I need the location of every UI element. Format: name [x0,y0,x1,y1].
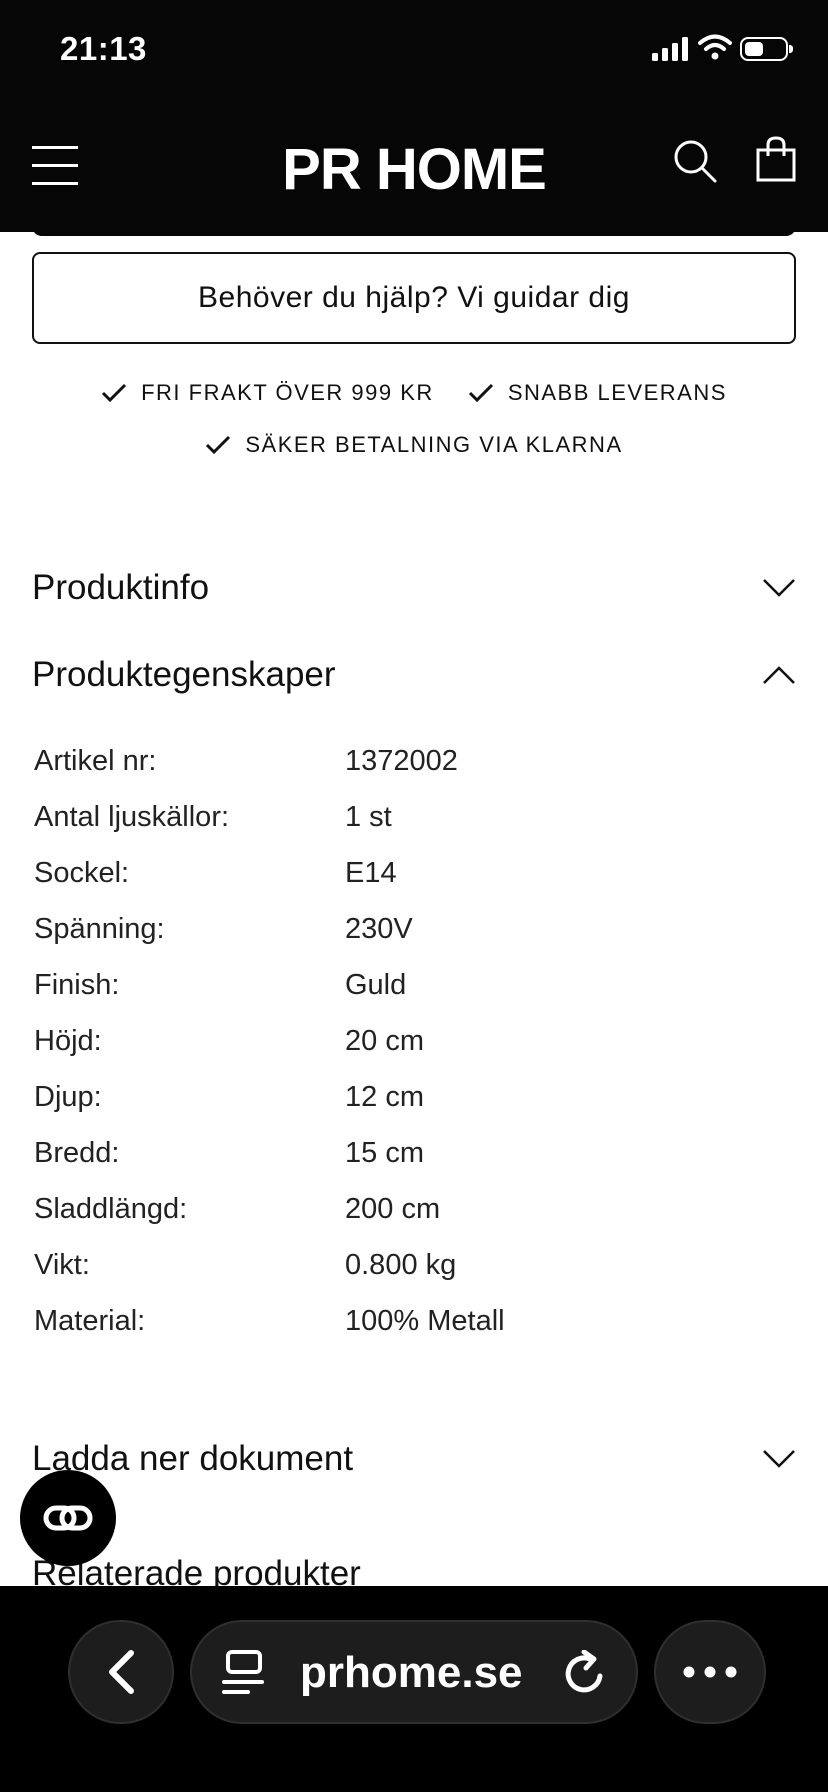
spec-key: Finish: [34,969,120,1001]
spec-row: Finish: Guld [34,969,794,1009]
spec-row: Antal ljuskällor: 1 st [34,801,794,841]
spec-value: 1 st [345,801,392,833]
more-icon [683,1666,737,1678]
usp-label: SÄKER BETALNING VIA KLARNA [245,432,623,457]
spec-key: Höjd: [34,1025,102,1057]
chat-icon [43,1505,93,1531]
spec-row: Material: 100% Metall [34,1305,794,1345]
back-button[interactable] [68,1620,174,1724]
spec-value: 20 cm [345,1025,424,1057]
spec-value: 12 cm [345,1081,424,1113]
check-icon [468,383,493,403]
chat-button[interactable] [20,1470,116,1566]
usp-label: FRI FRAKT ÖVER 999 KR [141,380,434,405]
spec-row: Djup: 12 cm [34,1081,794,1121]
spec-row: Vikt: 0.800 kg [34,1249,794,1289]
chevron-down-icon [763,579,795,597]
usp-item: SÄKER BETALNING VIA KLARNA [205,432,622,458]
spec-row: Artikel nr: 1372002 [34,745,794,785]
spec-row: Sockel: E14 [34,857,794,897]
reader-mode-icon [222,1650,264,1694]
spec-value: 100% Metall [345,1305,505,1337]
spec-row: Sladdlängd: 200 cm [34,1193,794,1233]
spec-key: Sockel: [34,857,130,889]
previous-button-edge [32,224,796,236]
spec-value: 200 cm [345,1193,441,1225]
usp-row: FRI FRAKT ÖVER 999 KR SNABB LEVERANS [0,380,828,406]
spec-row: Bredd: 15 cm [34,1137,794,1177]
spec-value: Guld [345,969,407,1001]
usp-row: SÄKER BETALNING VIA KLARNA [0,432,828,458]
accordion-produktinfo[interactable]: Produktinfo [32,558,796,618]
spec-value: E14 [345,857,397,889]
chevron-up-icon [763,666,795,684]
spec-value: 15 cm [345,1137,424,1169]
cellular-signal-icon [652,37,688,61]
spec-key: Artikel nr: [34,745,157,777]
more-button[interactable] [654,1620,766,1724]
check-icon [102,383,127,403]
help-guide-button[interactable]: Behöver du hjälp? Vi guidar dig [32,252,796,344]
chevron-down-icon [763,1450,795,1468]
search-icon[interactable] [672,138,718,184]
browser-toolbar: prhome.se [0,1586,828,1792]
url-text: prhome.se [300,1648,523,1697]
status-bar: 21:13 [0,0,828,100]
wifi-icon [698,34,732,60]
battery-icon [740,37,793,61]
spec-key: Djup: [34,1081,102,1113]
spec-key: Antal ljuskällor: [34,801,230,833]
site-header: PR HOME [0,100,828,232]
usp-item: FRI FRAKT ÖVER 999 KR [101,380,434,406]
spec-value: 1372002 [345,745,458,777]
usp-item: SNABB LEVERANS [468,380,727,406]
usp-label: SNABB LEVERANS [507,380,727,405]
accordion-title: Produktegenskaper [32,655,336,694]
status-time: 21:13 [60,30,147,67]
spec-key: Spänning: [34,913,165,945]
spec-row: Höjd: 20 cm [34,1025,794,1065]
spec-key: Material: [34,1305,146,1337]
chevron-left-icon [109,1650,134,1694]
accordion-title: Produktinfo [32,568,210,607]
check-icon [206,435,231,455]
spec-value: 0.800 kg [345,1249,457,1281]
accordion-ladda-ner-dokument[interactable]: Ladda ner dokument [32,1429,796,1489]
spec-key: Vikt: [34,1249,90,1281]
reload-icon[interactable] [564,1650,608,1696]
accordion-produktegenskaper[interactable]: Produktegenskaper [32,645,796,705]
spec-key: Bredd: [34,1137,120,1169]
spec-row: Spänning: 230V [34,913,794,953]
spec-key: Sladdlängd: [34,1193,188,1225]
address-bar[interactable]: prhome.se [190,1620,638,1724]
shopping-bag-icon[interactable] [756,136,796,182]
spec-value: 230V [345,913,413,945]
